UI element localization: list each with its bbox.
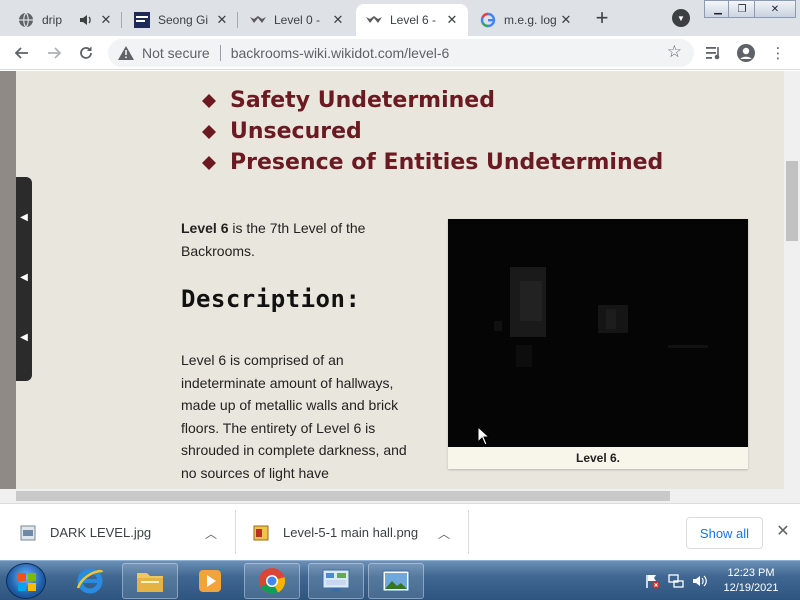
tab-drip[interactable]: drip ✕ [8,4,122,36]
scrollbar-thumb[interactable] [786,161,798,241]
vertical-scrollbar[interactable] [784,71,800,489]
browser-toolbar: Not secure backrooms-wiki.wikidot.com/le… [0,36,800,70]
left-arrow-icon[interactable]: ◀ [19,333,29,343]
internet-explorer-icon[interactable] [62,563,118,599]
chrome-icon[interactable] [244,563,300,599]
download-bar: DARK LEVEL.jpg ︿ Level-5-1 main hall.png… [0,503,800,560]
address-bar[interactable]: Not secure backrooms-wiki.wikidot.com/le… [108,39,694,67]
download-item[interactable]: DARK LEVEL.jpg ︿ [20,504,230,561]
class-item-label: Unsecured [230,119,362,144]
download-separator [235,510,236,554]
url-text: backrooms-wiki.wikidot.com/level-6 [230,45,450,61]
backrooms-logo-icon [250,12,266,28]
level-image-figure: Level 6. [448,219,748,469]
class-item: Presence of Entities Undetermined [202,147,663,178]
tab-separator [121,12,122,28]
volume-icon[interactable] [692,573,708,594]
intro-paragraph: Level 6 is the 7th Level of the Backroom… [181,217,411,263]
download-filename: Level-5-1 main hall.png [283,525,419,540]
diamond-bullet-icon [202,155,216,170]
google-g-icon [480,12,496,28]
close-tab-icon[interactable]: ✕ [330,12,346,28]
image-file-icon [20,525,36,540]
close-window-button[interactable]: ✕ [754,0,796,18]
wiki-side-panel-tab[interactable]: ◀ ◀ ◀ [16,177,32,381]
windows-explorer-icon[interactable] [122,563,178,599]
description-heading: Description: [181,285,361,313]
chevron-up-icon[interactable]: ︿ [437,525,451,541]
tab-meg-log[interactable]: m.e.g. log ✕ [470,4,582,36]
scrollbar-thumb[interactable] [16,491,670,501]
close-tab-icon[interactable]: ✕ [558,12,574,28]
tab-strip: drip ✕ Seong Gi ✕ Level 0 - ✕ Level 6 - … [0,0,800,36]
left-arrow-icon[interactable]: ◀ [19,213,29,223]
close-download-bar-icon[interactable]: ✕ [774,523,792,541]
tab-title: m.e.g. log [504,13,557,27]
windows-taskbar: 12:23 PM 12/19/2021 [0,560,800,600]
media-control-icon[interactable] [702,41,726,65]
diamond-bullet-icon [202,124,216,139]
tab-separator [237,12,238,28]
clock-date: 12/19/2021 [723,582,779,594]
maximize-window-button[interactable]: ❐ [728,0,756,18]
taskbar-clock[interactable]: 12:23 PM 12/19/2021 [716,566,786,596]
photo-viewer-icon[interactable] [368,563,424,599]
intro-bold: Level 6 [181,220,229,236]
network-icon[interactable] [668,573,684,594]
class-item-label: Safety Undetermined [230,88,495,113]
horizontal-scrollbar[interactable] [0,489,800,503]
tab-title: Level 6 - [390,13,437,27]
download-filename: DARK LEVEL.jpg [50,525,152,540]
diamond-bullet-icon [202,93,216,108]
tab-search-icon[interactable]: ▼ [672,9,690,27]
chevron-up-icon[interactable]: ︿ [204,525,218,541]
tab-level-0[interactable]: Level 0 - ✕ [240,4,354,36]
figure-caption: Level 6. [448,447,748,469]
level-6-image[interactable] [448,219,748,447]
globe-icon [18,12,34,28]
action-center-flag-icon[interactable] [644,573,660,594]
speaker-icon[interactable] [78,12,94,28]
mouse-cursor-icon [477,426,491,446]
forward-button[interactable] [42,41,66,65]
image-file-icon [253,525,269,540]
close-tab-icon[interactable]: ✕ [444,12,460,28]
tab-title: Level 0 - [274,13,321,27]
close-tab-icon[interactable]: ✕ [98,12,114,28]
address-divider [219,45,221,61]
description-paragraph: Level 6 is comprised of an indeterminate… [181,352,407,481]
start-button[interactable] [6,563,46,599]
tab-level-6[interactable]: Level 6 - ✕ [356,4,468,36]
tab-title: Seong Gi [158,13,209,27]
close-tab-icon[interactable]: ✕ [214,12,230,28]
profile-avatar-icon[interactable] [734,41,758,65]
media-player-icon[interactable] [182,563,238,599]
control-panel-icon[interactable] [308,563,364,599]
reload-button[interactable] [74,41,98,65]
page-viewport: Safety Undetermined Unsecured Presence o… [0,71,800,503]
security-label: Not secure [142,45,210,61]
wiki-page: Safety Undetermined Unsecured Presence o… [16,71,784,489]
clock-time: 12:23 PM [727,567,775,579]
show-all-button[interactable]: Show all [686,517,763,549]
browser-menu-icon[interactable]: ⋮ [766,41,790,65]
site-thumbnail-icon [134,12,150,28]
download-item[interactable]: Level-5-1 main hall.png ︿ [253,504,463,561]
back-button[interactable] [10,41,34,65]
backrooms-logo-icon [366,12,382,28]
download-separator [468,510,469,554]
warning-triangle-icon[interactable] [118,46,134,60]
new-tab-button[interactable]: + [590,7,614,31]
class-item: Unsecured [202,116,663,147]
tab-seong-gi[interactable]: Seong Gi ✕ [124,4,238,36]
object-class-list: Safety Undetermined Unsecured Presence o… [202,85,663,178]
tab-title: drip [42,13,63,27]
class-item-label: Presence of Entities Undetermined [230,150,664,175]
bookmark-star-icon[interactable]: ☆ [667,42,682,62]
class-item: Safety Undetermined [202,85,663,116]
left-arrow-icon[interactable]: ◀ [19,273,29,283]
